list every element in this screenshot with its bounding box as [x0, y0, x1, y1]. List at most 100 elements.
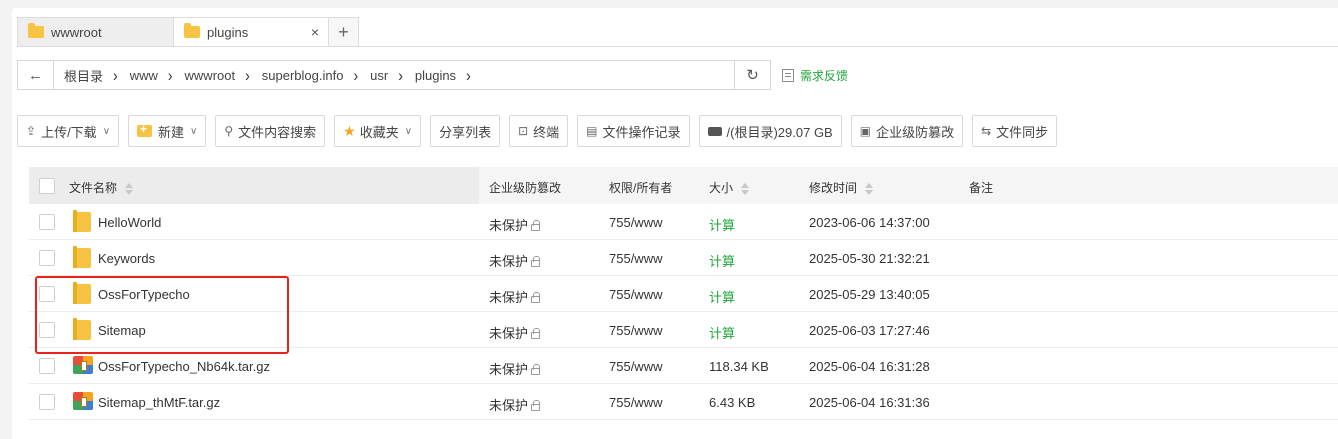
lock-icon [531, 256, 541, 267]
tab-wwwroot[interactable]: wwwroot [17, 17, 173, 47]
permission[interactable]: 755/www [609, 323, 662, 338]
upload-download-button[interactable]: ⇪ 上传/下载 ∨ [17, 115, 120, 147]
modified-time: 2025-06-04 16:31:28 [809, 359, 930, 374]
protect-label: 未保护 [489, 218, 529, 233]
file-sync-button[interactable]: ⇆ 文件同步 [972, 115, 1058, 147]
path-bar: ← 根目录 › www › wwwroot › superblog.info ›… [17, 60, 771, 90]
lock-icon [531, 328, 541, 339]
table-row[interactable]: Keywords 未保护 755/www 计算 2025-05-30 21:32… [29, 240, 1338, 276]
tab-plugins[interactable]: plugins × [173, 17, 329, 47]
archive-icon [73, 356, 93, 374]
permission[interactable]: 755/www [609, 395, 662, 410]
feedback-link[interactable]: 需求反馈 [782, 67, 848, 84]
terminal-icon: ⊡ [518, 124, 529, 138]
row-checkbox[interactable] [39, 394, 55, 410]
chevron-right-icon: › [398, 65, 403, 85]
protect-label: 未保护 [489, 254, 529, 269]
refresh-icon[interactable]: ↻ [734, 61, 770, 89]
breadcrumb: 根目录 › www › wwwroot › superblog.info › u… [54, 65, 734, 85]
sort-icon[interactable] [865, 182, 874, 195]
select-all-checkbox[interactable] [39, 178, 55, 194]
chevron-right-icon: › [353, 65, 359, 85]
size-calc-link[interactable]: 计算 [709, 215, 735, 234]
modified-time: 2023-06-06 14:37:00 [809, 215, 930, 230]
protect-status[interactable]: 未保护 [489, 287, 541, 306]
row-checkbox[interactable] [39, 214, 55, 230]
table-row[interactable]: HelloWorld 未保护 755/www 计算 2023-06-06 14:… [29, 204, 1338, 240]
share-list-label: 分享列表 [439, 124, 492, 140]
permission[interactable]: 755/www [609, 287, 662, 302]
size-calc-link[interactable]: 计算 [709, 287, 735, 306]
protect-status[interactable]: 未保护 [489, 215, 541, 234]
tab-bar: wwwroot plugins × + [17, 17, 359, 47]
folder-icon [73, 210, 91, 232]
row-checkbox[interactable] [39, 250, 55, 266]
chevron-down-icon: ∨ [404, 125, 413, 137]
disk-icon [707, 126, 722, 136]
breadcrumb-usr[interactable]: usr [366, 68, 392, 83]
file-name[interactable]: Keywords [98, 251, 155, 266]
toolbar: ⇪ 上传/下载 ∨ 新建 ∨ ⚲ 文件内容搜索 ★ 收藏夹 ∨ 分享列表 ⊡ 终… [17, 115, 1058, 147]
protect-status[interactable]: 未保护 [489, 395, 541, 414]
new-button[interactable]: 新建 ∨ [128, 115, 207, 147]
add-tab-button[interactable]: + [329, 17, 359, 47]
new-label: 新建 [158, 124, 185, 140]
table-header: 文件名称 企业级防篡改 权限/所有者 大小 修改时间 备注 [29, 167, 1338, 204]
permission[interactable]: 755/www [609, 251, 662, 266]
tab-label: wwwroot [51, 24, 102, 40]
protect-status[interactable]: 未保护 [489, 251, 541, 270]
tamper-protect-button[interactable]: ▣ 企业级防篡改 [850, 115, 964, 147]
feedback-label: 需求反馈 [800, 69, 849, 83]
sort-icon[interactable] [741, 182, 750, 195]
operation-log-button[interactable]: ▤ 文件操作记录 [577, 115, 690, 147]
protect-status[interactable]: 未保护 [489, 359, 541, 378]
share-list-button[interactable]: 分享列表 [430, 115, 501, 147]
breadcrumb-plugins[interactable]: plugins [411, 68, 460, 83]
favorites-button[interactable]: ★ 收藏夹 ∨ [334, 115, 422, 147]
file-size: 118.34 KB [709, 359, 769, 374]
upload-icon: ⇪ [26, 124, 37, 138]
breadcrumb-wwwroot[interactable]: wwwroot [181, 68, 240, 83]
breadcrumb-site[interactable]: superblog.info [258, 68, 348, 83]
file-name[interactable]: Sitemap_thMtF.tar.gz [98, 395, 220, 410]
row-checkbox[interactable] [39, 358, 55, 374]
tab-divider [17, 46, 1338, 47]
file-name[interactable]: HelloWorld [98, 215, 161, 230]
folder-icon [73, 246, 91, 268]
file-size: 6.43 KB [709, 395, 756, 410]
close-icon[interactable]: × [311, 24, 319, 40]
modified-time: 2025-06-03 17:27:46 [809, 323, 930, 338]
back-arrow-icon[interactable]: ← [18, 61, 54, 89]
protect-status[interactable]: 未保护 [489, 323, 541, 342]
sort-icon[interactable] [125, 182, 134, 195]
file-name[interactable]: OssForTypecho_Nb64k.tar.gz [98, 359, 270, 374]
chevron-right-icon: › [167, 65, 173, 85]
column-note: 备注 [969, 181, 994, 195]
permission[interactable]: 755/www [609, 359, 662, 374]
permission[interactable]: 755/www [609, 215, 662, 230]
disk-button[interactable]: /(根目录)29.07 GB [698, 115, 842, 147]
chevron-down-icon: ∨ [190, 125, 198, 137]
terminal-button[interactable]: ⊡ 终端 [509, 115, 569, 147]
size-calc-link[interactable]: 计算 [709, 323, 735, 342]
upload-label: 上传/下载 [41, 124, 97, 140]
column-size[interactable]: 大小 [709, 179, 750, 196]
star-icon: ★ [343, 122, 356, 139]
column-mtime[interactable]: 修改时间 [809, 179, 874, 196]
chevron-right-icon[interactable]: › [460, 65, 479, 84]
new-folder-icon [137, 122, 153, 137]
lock-icon [531, 220, 541, 231]
lock-icon [531, 364, 541, 375]
favorites-label: 收藏夹 [359, 124, 399, 140]
modified-time: 2025-06-04 16:31:36 [809, 395, 930, 410]
search-content-button[interactable]: ⚲ 文件内容搜索 [215, 115, 326, 147]
column-name[interactable]: 文件名称 [69, 179, 134, 196]
size-calc-link[interactable]: 计算 [709, 251, 735, 270]
table-row[interactable]: Sitemap_thMtF.tar.gz 未保护 755/www 6.43 KB… [29, 384, 1338, 420]
shield-icon: ▣ [859, 124, 872, 138]
breadcrumb-www[interactable]: www [126, 68, 162, 83]
breadcrumb-root[interactable]: 根目录 [60, 66, 107, 85]
column-protect: 企业级防篡改 [489, 181, 562, 195]
folder-icon [28, 23, 44, 38]
tab-label: plugins [207, 24, 249, 40]
